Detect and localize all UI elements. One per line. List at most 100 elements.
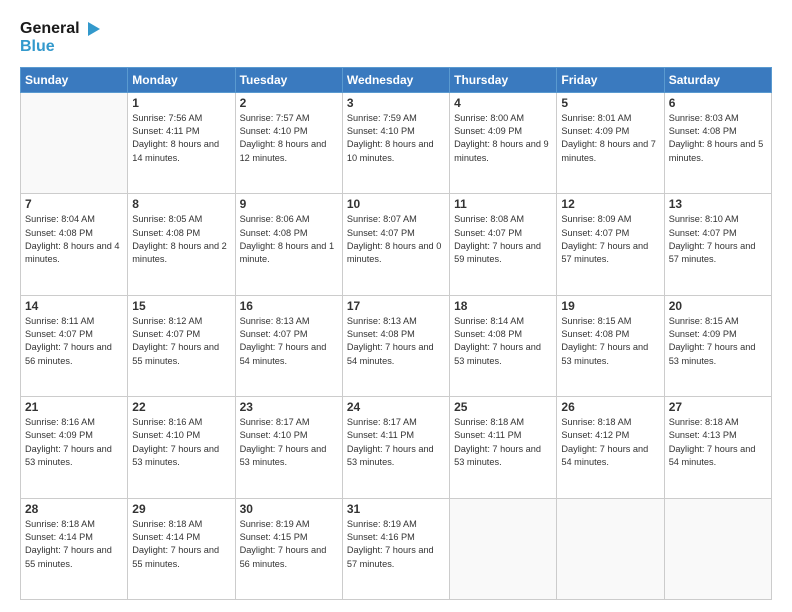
calendar-week-3: 14 Sunrise: 8:11 AMSunset: 4:07 PMDayligh… [21, 295, 772, 396]
day-number: 7 [25, 197, 123, 211]
calendar-cell: 9 Sunrise: 8:06 AMSunset: 4:08 PMDaylight… [235, 194, 342, 295]
calendar-cell: 19 Sunrise: 8:15 AMSunset: 4:08 PMDayligh… [557, 295, 664, 396]
calendar-week-5: 28 Sunrise: 8:18 AMSunset: 4:14 PMDayligh… [21, 498, 772, 599]
calendar-cell [450, 498, 557, 599]
day-number: 27 [669, 400, 767, 414]
day-number: 10 [347, 197, 445, 211]
day-number: 2 [240, 96, 338, 110]
day-info: Sunrise: 7:57 AMSunset: 4:10 PMDaylight:… [240, 112, 338, 165]
day-number: 29 [132, 502, 230, 516]
day-number: 5 [561, 96, 659, 110]
day-number: 24 [347, 400, 445, 414]
day-number: 21 [25, 400, 123, 414]
calendar-cell: 30 Sunrise: 8:19 AMSunset: 4:15 PMDayligh… [235, 498, 342, 599]
logo: General Blue [20, 16, 100, 57]
weekday-wednesday: Wednesday [342, 67, 449, 92]
calendar-cell: 5 Sunrise: 8:01 AMSunset: 4:09 PMDaylight… [557, 92, 664, 193]
calendar-cell: 2 Sunrise: 7:57 AMSunset: 4:10 PMDaylight… [235, 92, 342, 193]
day-info: Sunrise: 8:08 AMSunset: 4:07 PMDaylight:… [454, 213, 552, 266]
calendar-week-1: 1 Sunrise: 7:56 AMSunset: 4:11 PMDaylight… [21, 92, 772, 193]
calendar-cell: 27Sunrise: 8:18 AMSunset: 4:13 PMDayligh… [664, 397, 771, 498]
calendar-cell: 22Sunrise: 8:16 AMSunset: 4:10 PMDayligh… [128, 397, 235, 498]
day-number: 30 [240, 502, 338, 516]
calendar-cell: 31 Sunrise: 8:19 AMSunset: 4:16 PMDayligh… [342, 498, 449, 599]
calendar-cell: 4 Sunrise: 8:00 AMSunset: 4:09 PMDaylight… [450, 92, 557, 193]
weekday-monday: Monday [128, 67, 235, 92]
calendar-cell: 15Sunrise: 8:12 AMSunset: 4:07 PMDayligh… [128, 295, 235, 396]
calendar-cell: 21 Sunrise: 8:16 AMSunset: 4:09 PMDayligh… [21, 397, 128, 498]
weekday-header-row: SundayMondayTuesdayWednesdayThursdayFrid… [21, 67, 772, 92]
day-number: 23 [240, 400, 338, 414]
calendar-cell [21, 92, 128, 193]
logo-general: General [20, 20, 80, 38]
calendar-table: SundayMondayTuesdayWednesdayThursdayFrid… [20, 67, 772, 600]
calendar-cell: 18 Sunrise: 8:14 AMSunset: 4:08 PMDayligh… [450, 295, 557, 396]
calendar-cell: 29 Sunrise: 8:18 AMSunset: 4:14 PMDayligh… [128, 498, 235, 599]
day-number: 13 [669, 197, 767, 211]
calendar-cell: 26 Sunrise: 8:18 AMSunset: 4:12 PMDayligh… [557, 397, 664, 498]
day-info: Sunrise: 8:16 AMSunset: 4:09 PMDaylight:… [25, 416, 123, 469]
header: General Blue [20, 16, 772, 57]
day-number: 18 [454, 299, 552, 313]
day-number: 19 [561, 299, 659, 313]
calendar-cell: 16 Sunrise: 8:13 AMSunset: 4:07 PMDayligh… [235, 295, 342, 396]
day-number: 26 [561, 400, 659, 414]
weekday-thursday: Thursday [450, 67, 557, 92]
calendar-cell: 11Sunrise: 8:08 AMSunset: 4:07 PMDayligh… [450, 194, 557, 295]
day-info: Sunrise: 8:19 AMSunset: 4:16 PMDaylight:… [347, 518, 445, 571]
day-info: Sunrise: 8:13 AMSunset: 4:07 PMDaylight:… [240, 315, 338, 368]
day-number: 9 [240, 197, 338, 211]
day-info: Sunrise: 8:01 AMSunset: 4:09 PMDaylight:… [561, 112, 659, 165]
day-info: Sunrise: 8:14 AMSunset: 4:08 PMDaylight:… [454, 315, 552, 368]
calendar-cell: 8Sunrise: 8:05 AMSunset: 4:08 PMDaylight… [128, 194, 235, 295]
day-info: Sunrise: 8:06 AMSunset: 4:08 PMDaylight:… [240, 213, 338, 266]
calendar-body: 1 Sunrise: 7:56 AMSunset: 4:11 PMDaylight… [21, 92, 772, 599]
logo-blue: Blue [20, 38, 100, 56]
day-number: 17 [347, 299, 445, 313]
day-number: 16 [240, 299, 338, 313]
calendar-cell: 17 Sunrise: 8:13 AMSunset: 4:08 PMDayligh… [342, 295, 449, 396]
calendar-cell: 1 Sunrise: 7:56 AMSunset: 4:11 PMDaylight… [128, 92, 235, 193]
day-info: Sunrise: 8:17 AMSunset: 4:10 PMDaylight:… [240, 416, 338, 469]
calendar-cell: 20 Sunrise: 8:15 AMSunset: 4:09 PMDayligh… [664, 295, 771, 396]
calendar-cell: 24 Sunrise: 8:17 AMSunset: 4:11 PMDayligh… [342, 397, 449, 498]
day-number: 3 [347, 96, 445, 110]
day-number: 28 [25, 502, 123, 516]
calendar-cell [664, 498, 771, 599]
calendar-cell: 13Sunrise: 8:10 AMSunset: 4:07 PMDayligh… [664, 194, 771, 295]
calendar-cell: 12Sunrise: 8:09 AMSunset: 4:07 PMDayligh… [557, 194, 664, 295]
day-info: Sunrise: 7:59 AMSunset: 4:10 PMDaylight:… [347, 112, 445, 165]
day-number: 31 [347, 502, 445, 516]
day-info: Sunrise: 8:18 AMSunset: 4:14 PMDaylight:… [132, 518, 230, 571]
calendar-cell [557, 498, 664, 599]
day-number: 8 [132, 197, 230, 211]
logo-wordmark: General Blue [20, 20, 100, 57]
day-number: 1 [132, 96, 230, 110]
day-info: Sunrise: 8:18 AMSunset: 4:12 PMDaylight:… [561, 416, 659, 469]
day-info: Sunrise: 8:04 AMSunset: 4:08 PMDaylight:… [25, 213, 123, 266]
calendar-week-2: 7 Sunrise: 8:04 AMSunset: 4:08 PMDaylight… [21, 194, 772, 295]
day-info: Sunrise: 8:12 AMSunset: 4:07 PMDaylight:… [132, 315, 230, 368]
day-number: 4 [454, 96, 552, 110]
day-info: Sunrise: 8:03 AMSunset: 4:08 PMDaylight:… [669, 112, 767, 165]
logo-arrow-icon [82, 20, 100, 38]
day-info: Sunrise: 8:07 AMSunset: 4:07 PMDaylight:… [347, 213, 445, 266]
day-number: 12 [561, 197, 659, 211]
day-info: Sunrise: 7:56 AMSunset: 4:11 PMDaylight:… [132, 112, 230, 165]
calendar-cell: 10 Sunrise: 8:07 AMSunset: 4:07 PMDayligh… [342, 194, 449, 295]
day-info: Sunrise: 8:15 AMSunset: 4:08 PMDaylight:… [561, 315, 659, 368]
calendar-cell: 6Sunrise: 8:03 AMSunset: 4:08 PMDaylight… [664, 92, 771, 193]
calendar-cell: 14 Sunrise: 8:11 AMSunset: 4:07 PMDayligh… [21, 295, 128, 396]
day-info: Sunrise: 8:00 AMSunset: 4:09 PMDaylight:… [454, 112, 552, 165]
day-info: Sunrise: 8:15 AMSunset: 4:09 PMDaylight:… [669, 315, 767, 368]
weekday-sunday: Sunday [21, 67, 128, 92]
calendar-cell: 28Sunrise: 8:18 AMSunset: 4:14 PMDayligh… [21, 498, 128, 599]
day-info: Sunrise: 8:16 AMSunset: 4:10 PMDaylight:… [132, 416, 230, 469]
day-number: 25 [454, 400, 552, 414]
day-info: Sunrise: 8:19 AMSunset: 4:15 PMDaylight:… [240, 518, 338, 571]
day-info: Sunrise: 8:17 AMSunset: 4:11 PMDaylight:… [347, 416, 445, 469]
day-number: 14 [25, 299, 123, 313]
day-info: Sunrise: 8:11 AMSunset: 4:07 PMDaylight:… [25, 315, 123, 368]
day-info: Sunrise: 8:13 AMSunset: 4:08 PMDaylight:… [347, 315, 445, 368]
day-number: 20 [669, 299, 767, 313]
